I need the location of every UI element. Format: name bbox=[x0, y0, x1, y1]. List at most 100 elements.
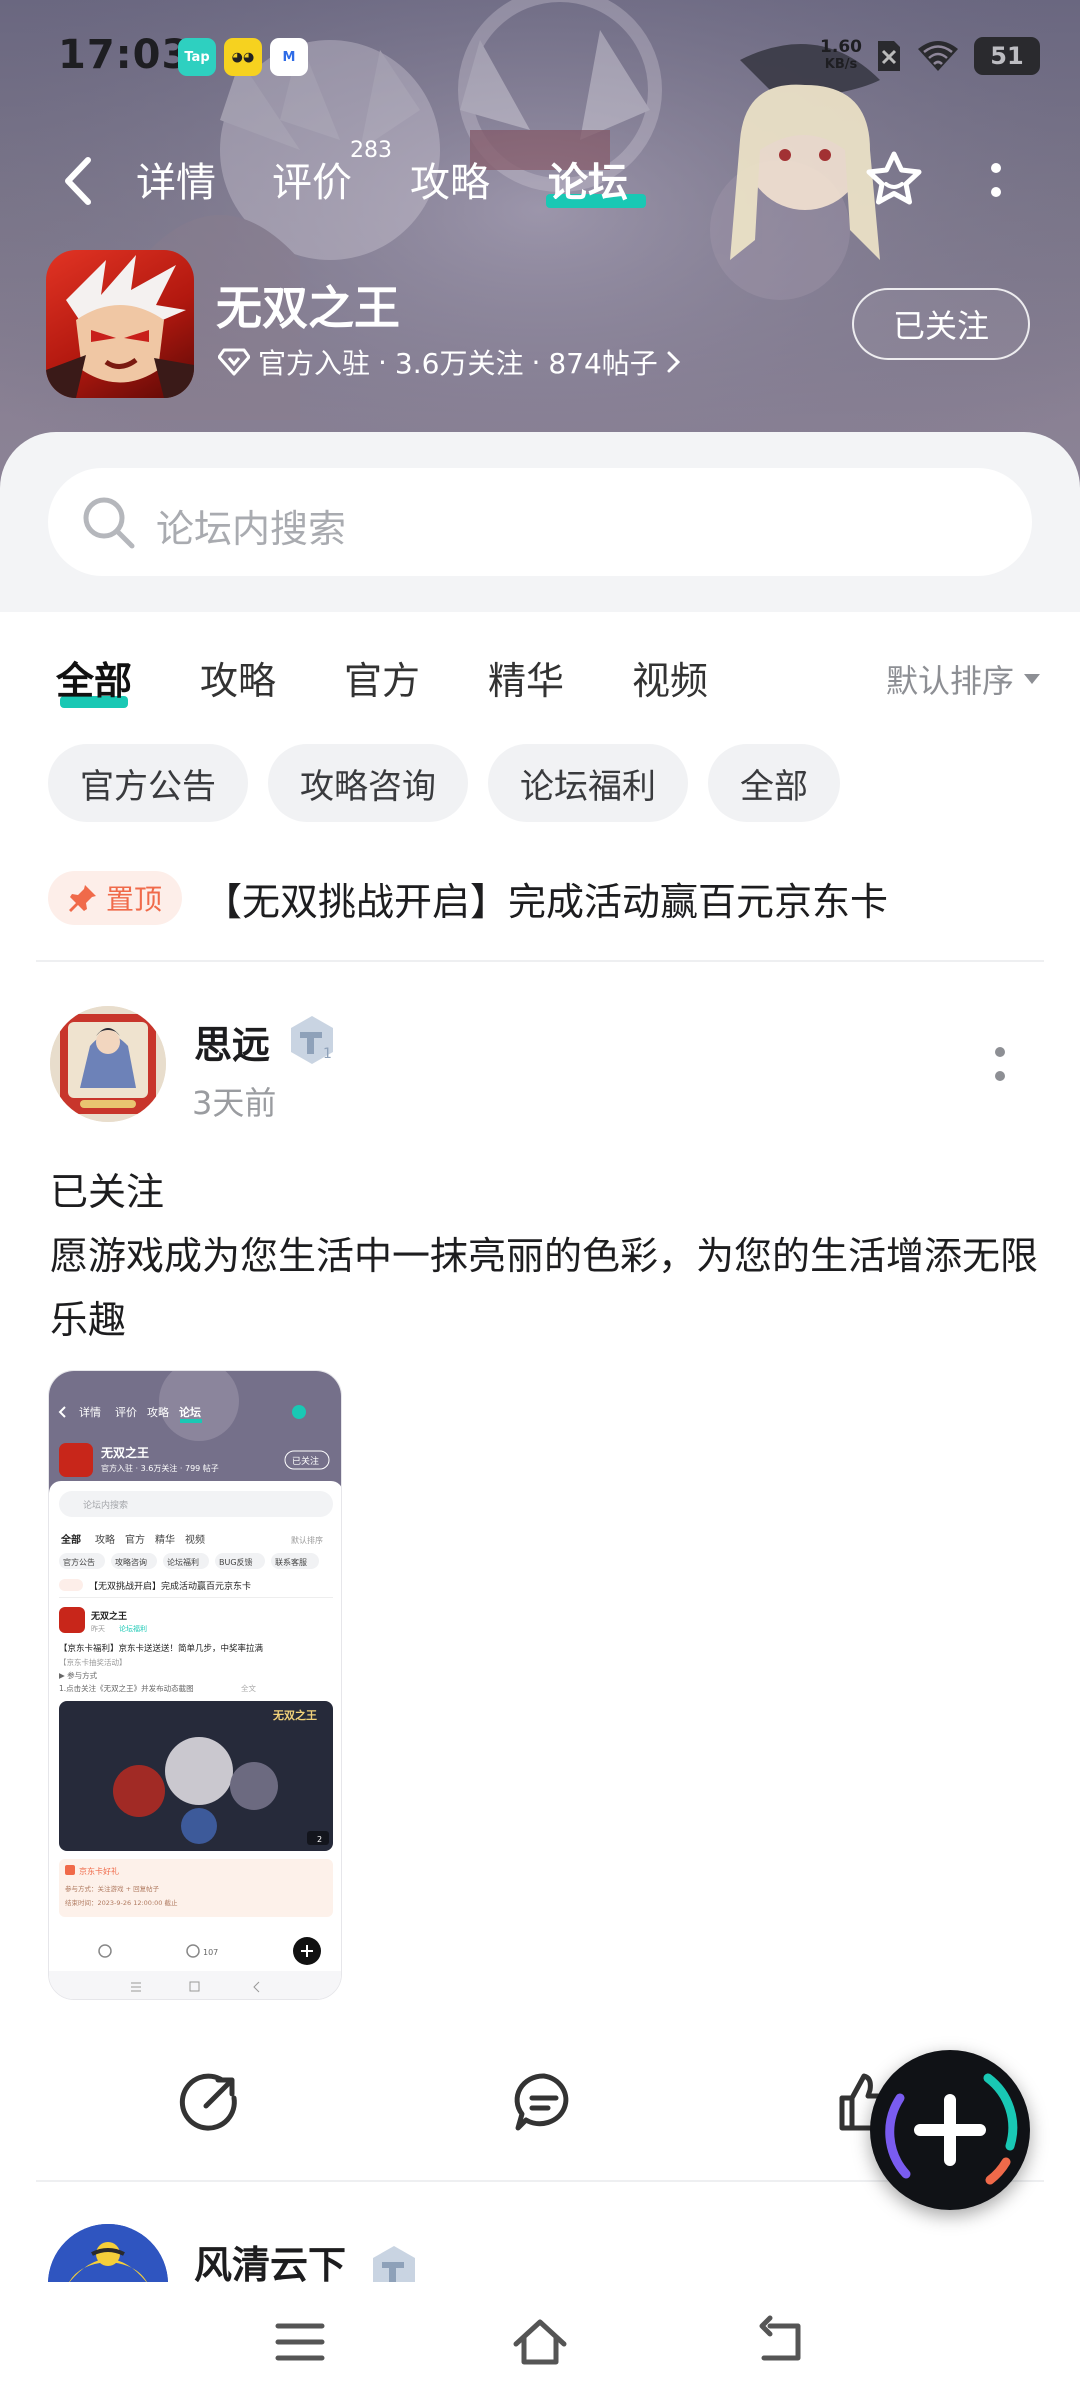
posts-count: 874帖子 bbox=[548, 347, 658, 380]
thumb-ftab-4: 视频 bbox=[185, 1533, 205, 1546]
battery-indicator: 51 bbox=[974, 37, 1040, 75]
back-icon[interactable] bbox=[750, 2312, 810, 2372]
pinned-tag: 置顶 bbox=[48, 871, 183, 925]
thumb-ftab-0: 全部 bbox=[60, 1533, 81, 1546]
forum-tabs: 全部 攻略 官方 精华 视频 默认排序 bbox=[0, 642, 1080, 722]
thumb-banner-logo: 无双之王 bbox=[272, 1708, 317, 1722]
avatar[interactable] bbox=[50, 1006, 166, 1122]
game-stats[interactable]: 官方入驻 · 3.6万关注 · 874帖子 bbox=[218, 342, 682, 382]
sim-off-icon bbox=[878, 41, 900, 71]
forum-content: 全部 攻略 官方 精华 视频 默认排序 官方公告 攻略咨询 论坛福利 全部 置顶… bbox=[0, 612, 1080, 2282]
thumb-chip-3: BUG反馈 bbox=[219, 1557, 253, 1567]
thumb-pinned: 【无双挑战开启】完成活动赢百元京东卡 bbox=[89, 1580, 251, 1592]
post-text-line2: 愿游戏成为您生活中一抹亮丽的色彩，为您的生活增添无限乐趣 bbox=[50, 1234, 1039, 1342]
chip-guide-inquiry[interactable]: 攻略咨询 bbox=[268, 744, 468, 822]
thumb-tab-guides: 攻略 bbox=[147, 1405, 169, 1419]
level-badge-icon bbox=[373, 2246, 415, 2282]
chip-forum-benefits[interactable]: 论坛福利 bbox=[488, 744, 688, 822]
search-panel: 论坛内搜索 bbox=[0, 432, 1080, 612]
pinned-post[interactable]: 置顶 【无双挑战开启】完成活动赢百元京东卡 bbox=[48, 866, 1038, 930]
post-text-line1: 已关注 bbox=[50, 1170, 165, 1214]
tab-details[interactable]: 详情 bbox=[136, 150, 216, 208]
thumbnail-screenshot: 详情 评价 攻略 论坛 无双之王 官方入驻 · 3.6万关注 · 799 帖子 … bbox=[49, 1371, 341, 1999]
post-timestamp: 3天前 bbox=[192, 1084, 277, 1122]
thumb-post-time: 昨天 bbox=[91, 1624, 105, 1633]
wifi-icon bbox=[918, 41, 958, 71]
thumb-tab-forum: 论坛 bbox=[179, 1405, 201, 1419]
official-label: 官方入驻 bbox=[258, 347, 371, 380]
thumb-banner-count: 2 bbox=[317, 1835, 322, 1844]
thumb-ftab-2: 官方 bbox=[125, 1533, 145, 1546]
post-body[interactable]: 已关注 愿游戏成为您生活中一抹亮丽的色彩，为您的生活增添无限乐趣 bbox=[50, 1160, 1040, 1352]
avatar[interactable] bbox=[48, 2224, 168, 2282]
chip-all[interactable]: 全部 bbox=[708, 744, 840, 822]
followers-count: 3.6万关注 bbox=[394, 347, 524, 380]
thumb-ftab-3: 精华 bbox=[155, 1533, 175, 1546]
forum-tab-all[interactable]: 全部 bbox=[56, 650, 132, 705]
thumb-chip-0: 官方公告 bbox=[63, 1557, 95, 1567]
thumb-post-sub2: ▶ 参与方式 bbox=[59, 1670, 98, 1680]
next-avatar-art bbox=[48, 2224, 168, 2282]
back-arrow-icon[interactable] bbox=[58, 154, 98, 208]
meta-separator: · bbox=[531, 345, 541, 379]
thumb-game-name: 无双之王 bbox=[100, 1445, 149, 1460]
reviews-count-badge: 283 bbox=[350, 138, 392, 163]
menu-icon[interactable] bbox=[270, 2312, 330, 2372]
thumb-sort: 默认排序 bbox=[291, 1535, 323, 1545]
thumb-post-sub1: 【京东卡抽奖活动】 bbox=[59, 1657, 127, 1667]
thumb-chip-2: 论坛福利 bbox=[167, 1557, 199, 1567]
sort-dropdown[interactable]: 默认排序 bbox=[886, 656, 1040, 702]
system-navigation-bar bbox=[0, 2282, 1080, 2400]
thumb-card-title: 京东卡好礼 bbox=[79, 1866, 119, 1876]
post-username[interactable]: 思远 bbox=[194, 1014, 270, 1069]
status-right: 1.60 KB/s 51 bbox=[820, 34, 1040, 78]
status-time: 17:03 bbox=[58, 32, 191, 78]
thumb-post-sub3: 1.点击关注《无双之王》并发布动态截图 bbox=[59, 1683, 194, 1693]
thumb-tab-details: 详情 bbox=[79, 1405, 101, 1419]
follow-button[interactable]: 已关注 bbox=[852, 288, 1030, 360]
pinned-tag-label: 置顶 bbox=[106, 883, 163, 916]
forum-tab-guides[interactable]: 攻略 bbox=[200, 650, 276, 705]
tab-reviews[interactable]: 评价 bbox=[272, 150, 352, 208]
level-badge-icon: 1 bbox=[291, 1016, 333, 1064]
pin-icon bbox=[69, 885, 96, 912]
thumb-card-line2: 结束时间：2023-9-26 12:00:00 截止 bbox=[65, 1898, 178, 1907]
status-bar: 17:03 Tap ◕◕ M 1.60 KB/s 51 bbox=[0, 0, 1080, 120]
home-icon[interactable] bbox=[510, 2312, 570, 2372]
top-navigation: 详情 评价 283 攻略 论坛 bbox=[0, 138, 1080, 220]
favorite-star-icon[interactable] bbox=[862, 148, 926, 212]
thumb-chip-1: 攻略咨询 bbox=[115, 1557, 147, 1567]
thumb-post-title: 【京东卡福利】京东卡送送送！简单几步，中奖率拉满 bbox=[59, 1643, 264, 1654]
post-more-icon[interactable] bbox=[994, 1046, 1006, 1082]
divider bbox=[36, 960, 1044, 962]
category-chips: 官方公告 攻略咨询 论坛福利 全部 bbox=[48, 744, 840, 824]
thumb-game-meta: 官方入驻 · 3.6万关注 · 799 帖子 bbox=[101, 1463, 219, 1473]
post-image-thumbnail[interactable]: 详情 评价 攻略 论坛 无双之王 官方入驻 · 3.6万关注 · 799 帖子 … bbox=[48, 1370, 342, 2000]
search-input[interactable]: 论坛内搜索 bbox=[48, 468, 1032, 576]
thumb-chip-4: 联系客服 bbox=[275, 1557, 307, 1567]
search-icon bbox=[83, 497, 135, 549]
game-title: 无双之王 bbox=[216, 281, 400, 335]
forum-tab-official[interactable]: 官方 bbox=[344, 650, 420, 705]
forum-tab-video[interactable]: 视频 bbox=[632, 650, 708, 705]
chip-official-announcement[interactable]: 官方公告 bbox=[48, 744, 248, 822]
svg-text:1: 1 bbox=[323, 1046, 332, 1062]
share-icon[interactable] bbox=[178, 2070, 242, 2134]
forum-tab-featured[interactable]: 精华 bbox=[488, 650, 564, 705]
bilibili-app-icon: ◕◕ bbox=[224, 38, 262, 76]
next-post-username[interactable]: 风清云下 bbox=[194, 2234, 346, 2282]
thumb-ftab-1: 攻略 bbox=[95, 1533, 115, 1546]
pinned-title: 【无双挑战开启】完成活动赢百元京东卡 bbox=[204, 879, 889, 924]
meta-separator: · bbox=[378, 345, 387, 379]
search-placeholder: 论坛内搜索 bbox=[156, 507, 347, 551]
more-options-icon[interactable] bbox=[988, 160, 1004, 200]
tab-guides[interactable]: 攻略 bbox=[410, 150, 490, 208]
tab-forum[interactable]: 论坛 bbox=[548, 150, 628, 208]
thumb-search: 论坛内搜索 bbox=[83, 1499, 128, 1511]
create-post-button[interactable] bbox=[870, 2050, 1030, 2210]
thumb-post-user: 无双之王 bbox=[90, 1610, 127, 1622]
comment-icon[interactable] bbox=[512, 2070, 576, 2134]
game-app-icon bbox=[46, 250, 194, 398]
plus-icon bbox=[885, 2073, 1018, 2185]
thumb-post-more: 全文 bbox=[241, 1683, 256, 1693]
